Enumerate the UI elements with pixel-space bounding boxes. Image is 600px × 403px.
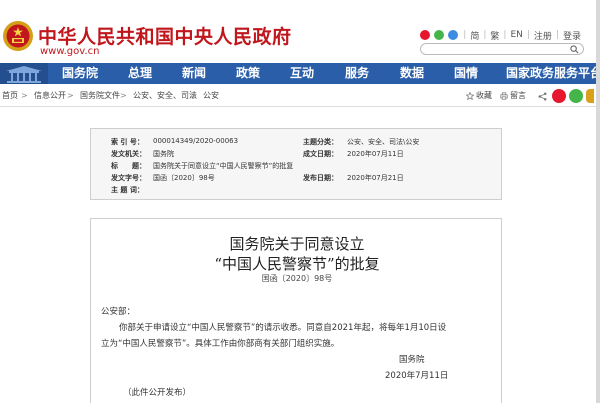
- more-share-icon: [586, 89, 594, 103]
- wechat-icon[interactable]: [434, 30, 445, 40]
- favorite-label: 收藏: [476, 91, 492, 100]
- search-input[interactable]: [420, 43, 584, 55]
- issuing-authority-value: 国务院: [153, 150, 174, 158]
- nav-item-services[interactable]: 服务: [345, 63, 369, 84]
- document-title-value: 国务院关于同意设立“中国人民警察节”的批复: [153, 162, 294, 170]
- meta-label: 发布日期：: [303, 174, 338, 182]
- weibo-share-button[interactable]: [552, 85, 566, 107]
- meta-label: 主 题 词：: [111, 186, 144, 194]
- main-nav: 国务院 总理 新闻 政策 互动 服务 数据 国情 国家政务服务平台: [0, 63, 600, 84]
- wechat-share-icon: [569, 89, 583, 103]
- register-link[interactable]: 注册: [534, 29, 552, 42]
- more-share-button[interactable]: [586, 85, 594, 107]
- favorite-action[interactable]: 收藏: [466, 85, 492, 107]
- meta-label: 成文日期：: [303, 150, 338, 158]
- meta-label: 发文机关：: [111, 150, 146, 158]
- site-title[interactable]: 中华人民共和国中央人民政府: [38, 22, 292, 49]
- breadcrumb-state-council-docs[interactable]: 国务院文件: [80, 85, 120, 107]
- topic-category-value: 公安、安全、司法\公安: [347, 138, 420, 146]
- nav-item-news[interactable]: 新闻: [182, 63, 206, 84]
- nav-decoration: [0, 63, 48, 84]
- login-link[interactable]: 登录: [563, 29, 581, 42]
- breadcrumb-separator: >: [120, 91, 127, 100]
- body-paragraph-line-1: 你部关于申请设立“中国人民警察节”的请示收悉。同意自2021年起，将每年1月10…: [119, 323, 447, 333]
- app-icon[interactable]: [448, 30, 459, 40]
- publication-note: （此件公开发布）: [123, 388, 192, 398]
- weibo-share-icon: [552, 89, 566, 103]
- document-number-value: 国函〔2020〕98号: [153, 174, 215, 182]
- breadcrumb-public-security[interactable]: 公安: [203, 85, 219, 107]
- breadcrumb: 首页 > 信息公开 > 国务院文件 > 公安、安全、司法 > 公安 收藏 留言: [0, 85, 600, 107]
- nav-item-gov-service-platform[interactable]: 国家政务服务平台: [506, 63, 600, 84]
- body-paragraph-line-2: 立为“中国人民警察节”。具体工作由你部商有关部门组织实施。: [101, 339, 340, 349]
- site-url[interactable]: www.gov.cn: [40, 46, 99, 57]
- comment-action[interactable]: 留言: [500, 85, 526, 107]
- nav-item-state-council[interactable]: 国务院: [50, 63, 108, 84]
- meta-label: 主题分类：: [303, 138, 338, 146]
- comment-label: 留言: [510, 91, 526, 100]
- share-icon: [538, 92, 547, 100]
- meta-label: 标 题：: [111, 162, 146, 170]
- breadcrumb-separator: >: [190, 91, 197, 100]
- document-body: 国务院关于同意设立 “中国人民警察节”的批复 国函〔2020〕98号 公安部： …: [90, 218, 502, 403]
- weibo-icon[interactable]: [420, 30, 431, 40]
- signed-date: 2020年7月11日: [385, 371, 449, 381]
- site-header: 中华人民共和国中央人民政府 www.gov.cn | 简 | 繁 | EN | …: [0, 0, 600, 60]
- publish-date-value: 2020年07月21日: [347, 174, 404, 182]
- simplified-link[interactable]: 简: [470, 29, 479, 42]
- nav-item-national-info[interactable]: 国情: [454, 63, 478, 84]
- traditional-link[interactable]: 繁: [490, 29, 499, 42]
- breadcrumb-separator: >: [67, 91, 74, 100]
- share-action[interactable]: [538, 85, 547, 107]
- meta-label: 索 引 号：: [111, 138, 144, 146]
- wechat-share-button[interactable]: [569, 85, 583, 107]
- print-icon: [500, 92, 508, 100]
- document-number: 国函〔2020〕98号: [261, 274, 333, 283]
- nav-item-interaction[interactable]: 互动: [290, 63, 314, 84]
- index-number-value: 000014349/2020-00063: [153, 137, 239, 145]
- document-metadata: 索 引 号： 000014349/2020-00063 主题分类： 公安、安全、…: [90, 128, 502, 200]
- nav-item-policy[interactable]: 政策: [236, 63, 260, 84]
- star-icon: [466, 92, 474, 100]
- header-tools: | 简 | 繁 | EN | 注册 | 登录: [420, 29, 584, 42]
- salutation: 公安部：: [101, 307, 136, 317]
- written-date-value: 2020年07月11日: [347, 150, 404, 158]
- nav-item-premier[interactable]: 总理: [128, 63, 152, 84]
- document-title-line-2: “中国人民警察节”的批复: [214, 255, 380, 273]
- scrollbar[interactable]: [596, 0, 600, 403]
- nav-item-data[interactable]: 数据: [400, 63, 424, 84]
- document-title-line-1: 国务院关于同意设立: [229, 235, 365, 253]
- english-link[interactable]: EN: [510, 30, 522, 40]
- breadcrumb-home[interactable]: 首页: [2, 85, 18, 107]
- signer: 国务院: [399, 355, 425, 365]
- breadcrumb-info-disclosure[interactable]: 信息公开: [34, 85, 66, 107]
- breadcrumb-separator: >: [21, 91, 28, 100]
- breadcrumb-public-security-justice[interactable]: 公安、安全、司法: [133, 85, 197, 107]
- meta-label: 发文字号：: [111, 174, 146, 182]
- search-icon[interactable]: [570, 45, 579, 54]
- national-emblem-icon: [3, 21, 33, 51]
